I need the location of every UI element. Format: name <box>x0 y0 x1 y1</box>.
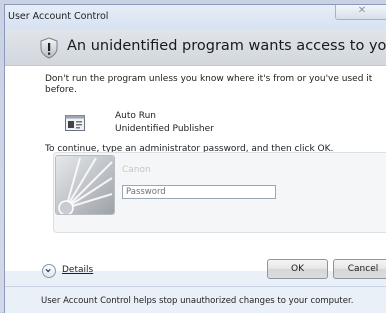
user-name: Canon <box>122 165 151 175</box>
program-name: Auto Run <box>115 111 157 121</box>
password-field[interactable] <box>122 185 276 199</box>
footer-divider <box>5 286 386 287</box>
close-icon: ✕ <box>357 5 367 16</box>
window-title: User Account Control <box>8 11 109 22</box>
user-picture <box>55 155 115 215</box>
uac-shield-icon <box>40 37 58 59</box>
uac-dialog: User Account Control ✕ An unidentified p… <box>4 4 386 313</box>
program-icon <box>65 115 85 131</box>
header-title: An unidentified program wants access to … <box>67 38 386 54</box>
details-link[interactable]: Details <box>62 265 93 275</box>
details-expand-button[interactable] <box>42 264 56 278</box>
warning-text: Don't run the program unless you know wh… <box>45 74 373 95</box>
ok-button[interactable]: OK <box>267 259 328 279</box>
cancel-button[interactable]: Cancel <box>333 259 386 279</box>
close-button[interactable]: ✕ <box>335 5 386 20</box>
header-band: An unidentified program wants access to … <box>5 29 386 66</box>
chevron-down-icon <box>45 268 51 273</box>
dialog-content: An unidentified program wants access to … <box>5 29 386 271</box>
title-bar: User Account Control ✕ <box>5 5 386 29</box>
program-publisher: Unidentified Publisher <box>115 124 214 134</box>
footer-text: User Account Control helps stop unauthor… <box>41 296 354 306</box>
